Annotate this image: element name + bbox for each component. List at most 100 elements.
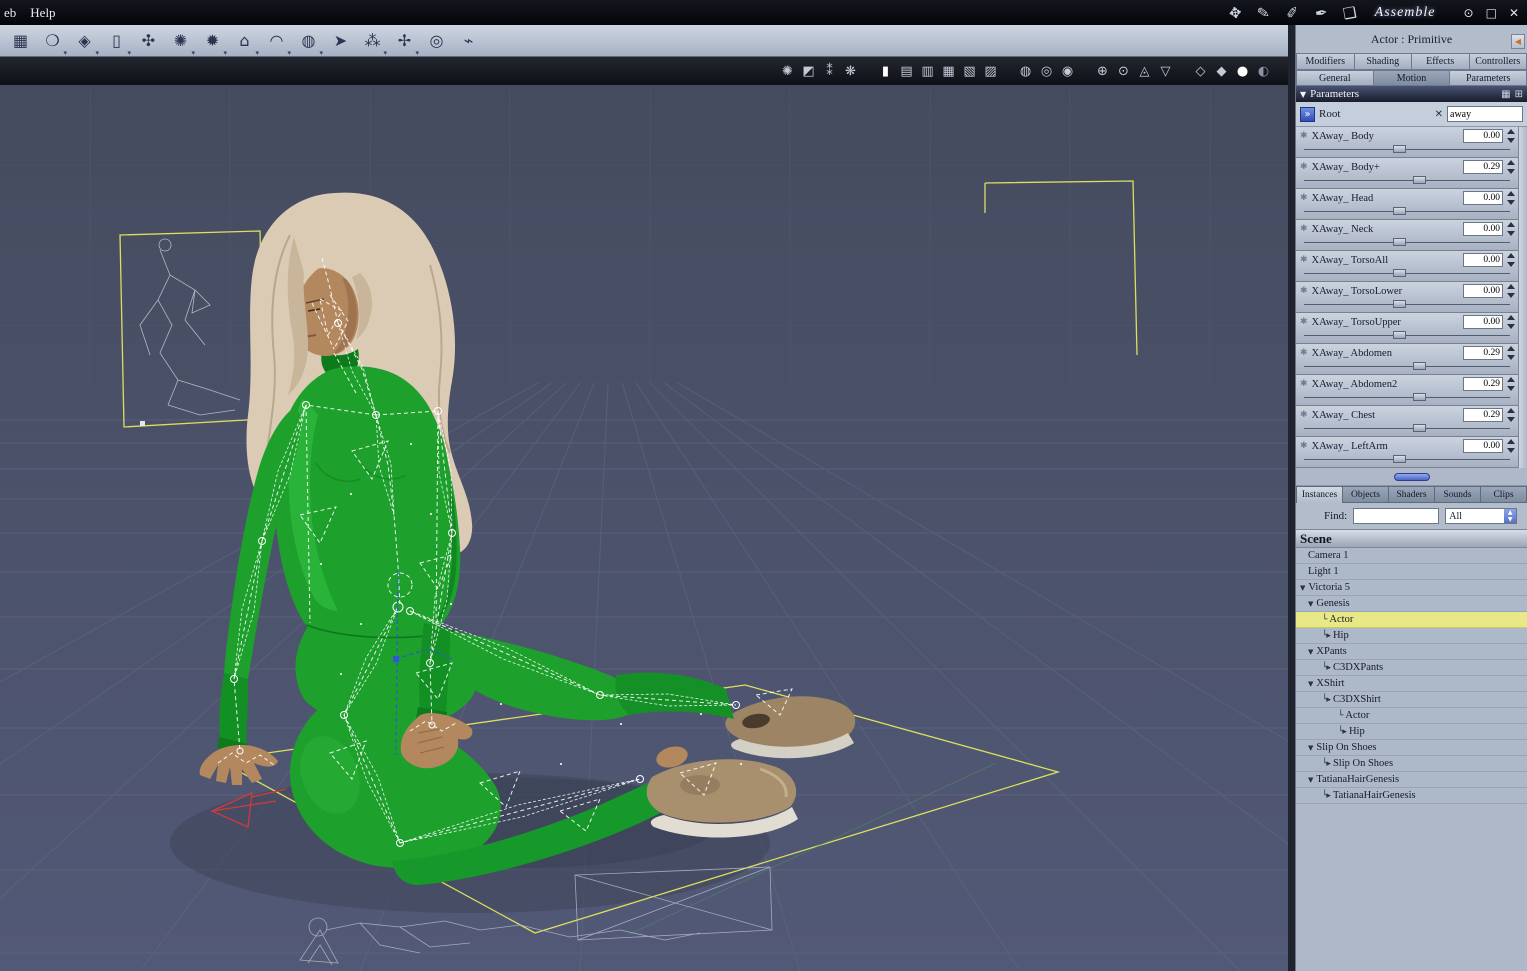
parameter-slider[interactable]: [1304, 238, 1510, 247]
parameter-slider[interactable]: [1304, 176, 1510, 185]
panel-collapse-button[interactable]: ◀: [1511, 34, 1525, 49]
parameter-slider[interactable]: [1304, 207, 1510, 216]
parameter-slider[interactable]: [1304, 362, 1510, 371]
parameter-value-input[interactable]: [1463, 222, 1503, 236]
tree-item-light[interactable]: Light 1: [1296, 564, 1527, 580]
draw-sphere-gray-icon[interactable]: ◐: [1255, 64, 1272, 79]
dial-gear-icon[interactable]: ✱: [1300, 410, 1308, 420]
value-spinner[interactable]: [1507, 222, 1516, 236]
parameter-slider[interactable]: [1304, 455, 1510, 464]
parameter-value-input[interactable]: [1463, 346, 1503, 360]
insert-particle-icon[interactable]: ✢: [392, 29, 419, 57]
camera-dolly-icon[interactable]: ◬: [1136, 64, 1153, 79]
tab-effects[interactable]: Effects: [1411, 53, 1469, 70]
shader-solid-icon[interactable]: ◉: [1059, 64, 1076, 79]
tab-parameters[interactable]: Parameters: [1449, 70, 1527, 86]
clear-search-icon[interactable]: ✕: [1435, 109, 1443, 120]
spray-tool-icon[interactable]: ✎: [1256, 3, 1272, 23]
display-flat-icon[interactable]: ▦: [940, 64, 957, 79]
tab-motion[interactable]: Motion: [1372, 70, 1450, 86]
close-icon[interactable]: ✕: [1509, 6, 1519, 20]
expander-icon[interactable]: ▼: [1308, 744, 1313, 752]
parameter-slider[interactable]: [1304, 393, 1510, 402]
dial-gear-icon[interactable]: ✱: [1300, 224, 1308, 234]
find-input[interactable]: [1353, 508, 1440, 524]
tree-item-xshirt[interactable]: ▼ XShirt: [1296, 676, 1527, 692]
value-spinner[interactable]: [1507, 160, 1516, 174]
tab-shaders[interactable]: Shaders: [1388, 486, 1434, 503]
insert-spray-icon[interactable]: ⁂: [360, 29, 388, 57]
shader-wire-icon[interactable]: ◎: [1038, 64, 1055, 79]
parameter-slider[interactable]: [1304, 300, 1510, 309]
tab-instances[interactable]: Instances: [1296, 486, 1342, 503]
insert-hand-icon[interactable]: ✣: [136, 29, 161, 53]
brush-tool-icon[interactable]: ✐: [1285, 3, 1301, 23]
expander-icon[interactable]: ▼: [1308, 600, 1313, 608]
value-spinner[interactable]: [1507, 284, 1516, 298]
tree-item-sliponshoes[interactable]: ▼ Slip On Shoes: [1296, 740, 1527, 756]
tree-item-xpants[interactable]: ▼ XPants: [1296, 644, 1527, 660]
collapse-all-icon[interactable]: »: [1300, 106, 1315, 122]
value-spinner[interactable]: [1507, 253, 1516, 267]
value-spinner[interactable]: [1507, 315, 1516, 329]
insert-star-icon[interactable]: ✹: [200, 29, 227, 57]
insert-bone-icon[interactable]: ⌁: [456, 29, 481, 53]
eye-icon[interactable]: ⊙: [1464, 6, 1474, 20]
insert-target-icon[interactable]: ◎: [424, 29, 449, 53]
parameter-value-input[interactable]: [1463, 129, 1503, 143]
tree-item-c3dxpants[interactable]: └▸ C3DXPants: [1296, 660, 1527, 676]
insert-urchin-icon[interactable]: ✺: [168, 29, 195, 57]
tab-clips[interactable]: Clips: [1480, 486, 1527, 503]
parameter-scrollbar[interactable]: [1518, 127, 1527, 468]
expander-icon[interactable]: ▼: [1308, 680, 1313, 688]
tab-modifiers[interactable]: Modifiers: [1296, 53, 1354, 70]
parameter-value-input[interactable]: [1463, 377, 1503, 391]
viewport[interactable]: [0, 85, 1288, 971]
expander-icon[interactable]: ▼: [1308, 648, 1313, 656]
value-spinner[interactable]: [1507, 346, 1516, 360]
dropdown-arrows-icon[interactable]: ▲ ▼: [1504, 509, 1517, 523]
draw-cube-solid-icon[interactable]: ◆: [1213, 64, 1230, 79]
parameter-value-input[interactable]: [1463, 408, 1503, 422]
effects-preview-icon[interactable]: ❋: [842, 64, 859, 79]
add-parameter-icon[interactable]: ⊞: [1515, 89, 1523, 100]
value-spinner[interactable]: [1507, 191, 1516, 205]
insert-gem-icon[interactable]: ◈: [72, 29, 99, 57]
tab-sounds[interactable]: Sounds: [1434, 486, 1480, 503]
dial-gear-icon[interactable]: ✱: [1300, 193, 1308, 203]
insert-terrain-icon[interactable]: ⌂: [232, 29, 259, 57]
dial-gear-icon[interactable]: ✱: [1300, 379, 1308, 389]
parameter-value-input[interactable]: [1463, 253, 1503, 267]
tree-item-genesis[interactable]: ▼ Genesis: [1296, 596, 1527, 612]
tree-item-hip[interactable]: └▸ Hip: [1296, 628, 1527, 644]
sound-preview-icon[interactable]: ◩: [800, 64, 817, 79]
tree-item-actor-selected[interactable]: └ Actor: [1296, 612, 1527, 628]
expander-icon[interactable]: ▼: [1308, 776, 1313, 784]
value-spinner[interactable]: [1507, 377, 1516, 391]
parameter-search-input[interactable]: [1447, 106, 1523, 122]
grid-view-icon[interactable]: ▦: [1501, 89, 1510, 100]
sheet-tool-icon[interactable]: ❏: [1342, 2, 1358, 22]
tab-general[interactable]: General: [1296, 70, 1373, 86]
parameters-section-header[interactable]: ▼ Parameters ▦ ⊞: [1296, 86, 1527, 102]
dial-gear-icon[interactable]: ✱: [1300, 255, 1308, 265]
pen-tool-icon[interactable]: ✒: [1313, 3, 1329, 23]
camera-pan-icon[interactable]: ⊙: [1115, 64, 1132, 79]
insert-sphere-icon[interactable]: ❍: [40, 29, 67, 57]
tab-objects[interactable]: Objects: [1342, 486, 1388, 503]
dial-gear-icon[interactable]: ✱: [1300, 131, 1308, 141]
camera-bank-icon[interactable]: ▽: [1157, 64, 1174, 79]
dial-gear-icon[interactable]: ✱: [1300, 348, 1308, 358]
value-spinner[interactable]: [1507, 439, 1516, 453]
collapse-triangle-icon[interactable]: ▼: [1300, 90, 1306, 99]
insert-shell-icon[interactable]: ◠: [264, 29, 291, 57]
draw-sphere-white-icon[interactable]: ●: [1234, 64, 1251, 79]
menu-help[interactable]: Help: [30, 5, 55, 21]
parameter-value-input[interactable]: [1463, 284, 1503, 298]
expander-icon[interactable]: ▼: [1300, 584, 1305, 592]
splitter-handle[interactable]: [1393, 472, 1430, 481]
parameter-value-input[interactable]: [1463, 439, 1503, 453]
tree-item-hip2[interactable]: └▸ Hip: [1296, 724, 1527, 740]
display-wire-icon[interactable]: ▤: [898, 64, 915, 79]
light-preview-icon[interactable]: ✺: [779, 64, 796, 79]
